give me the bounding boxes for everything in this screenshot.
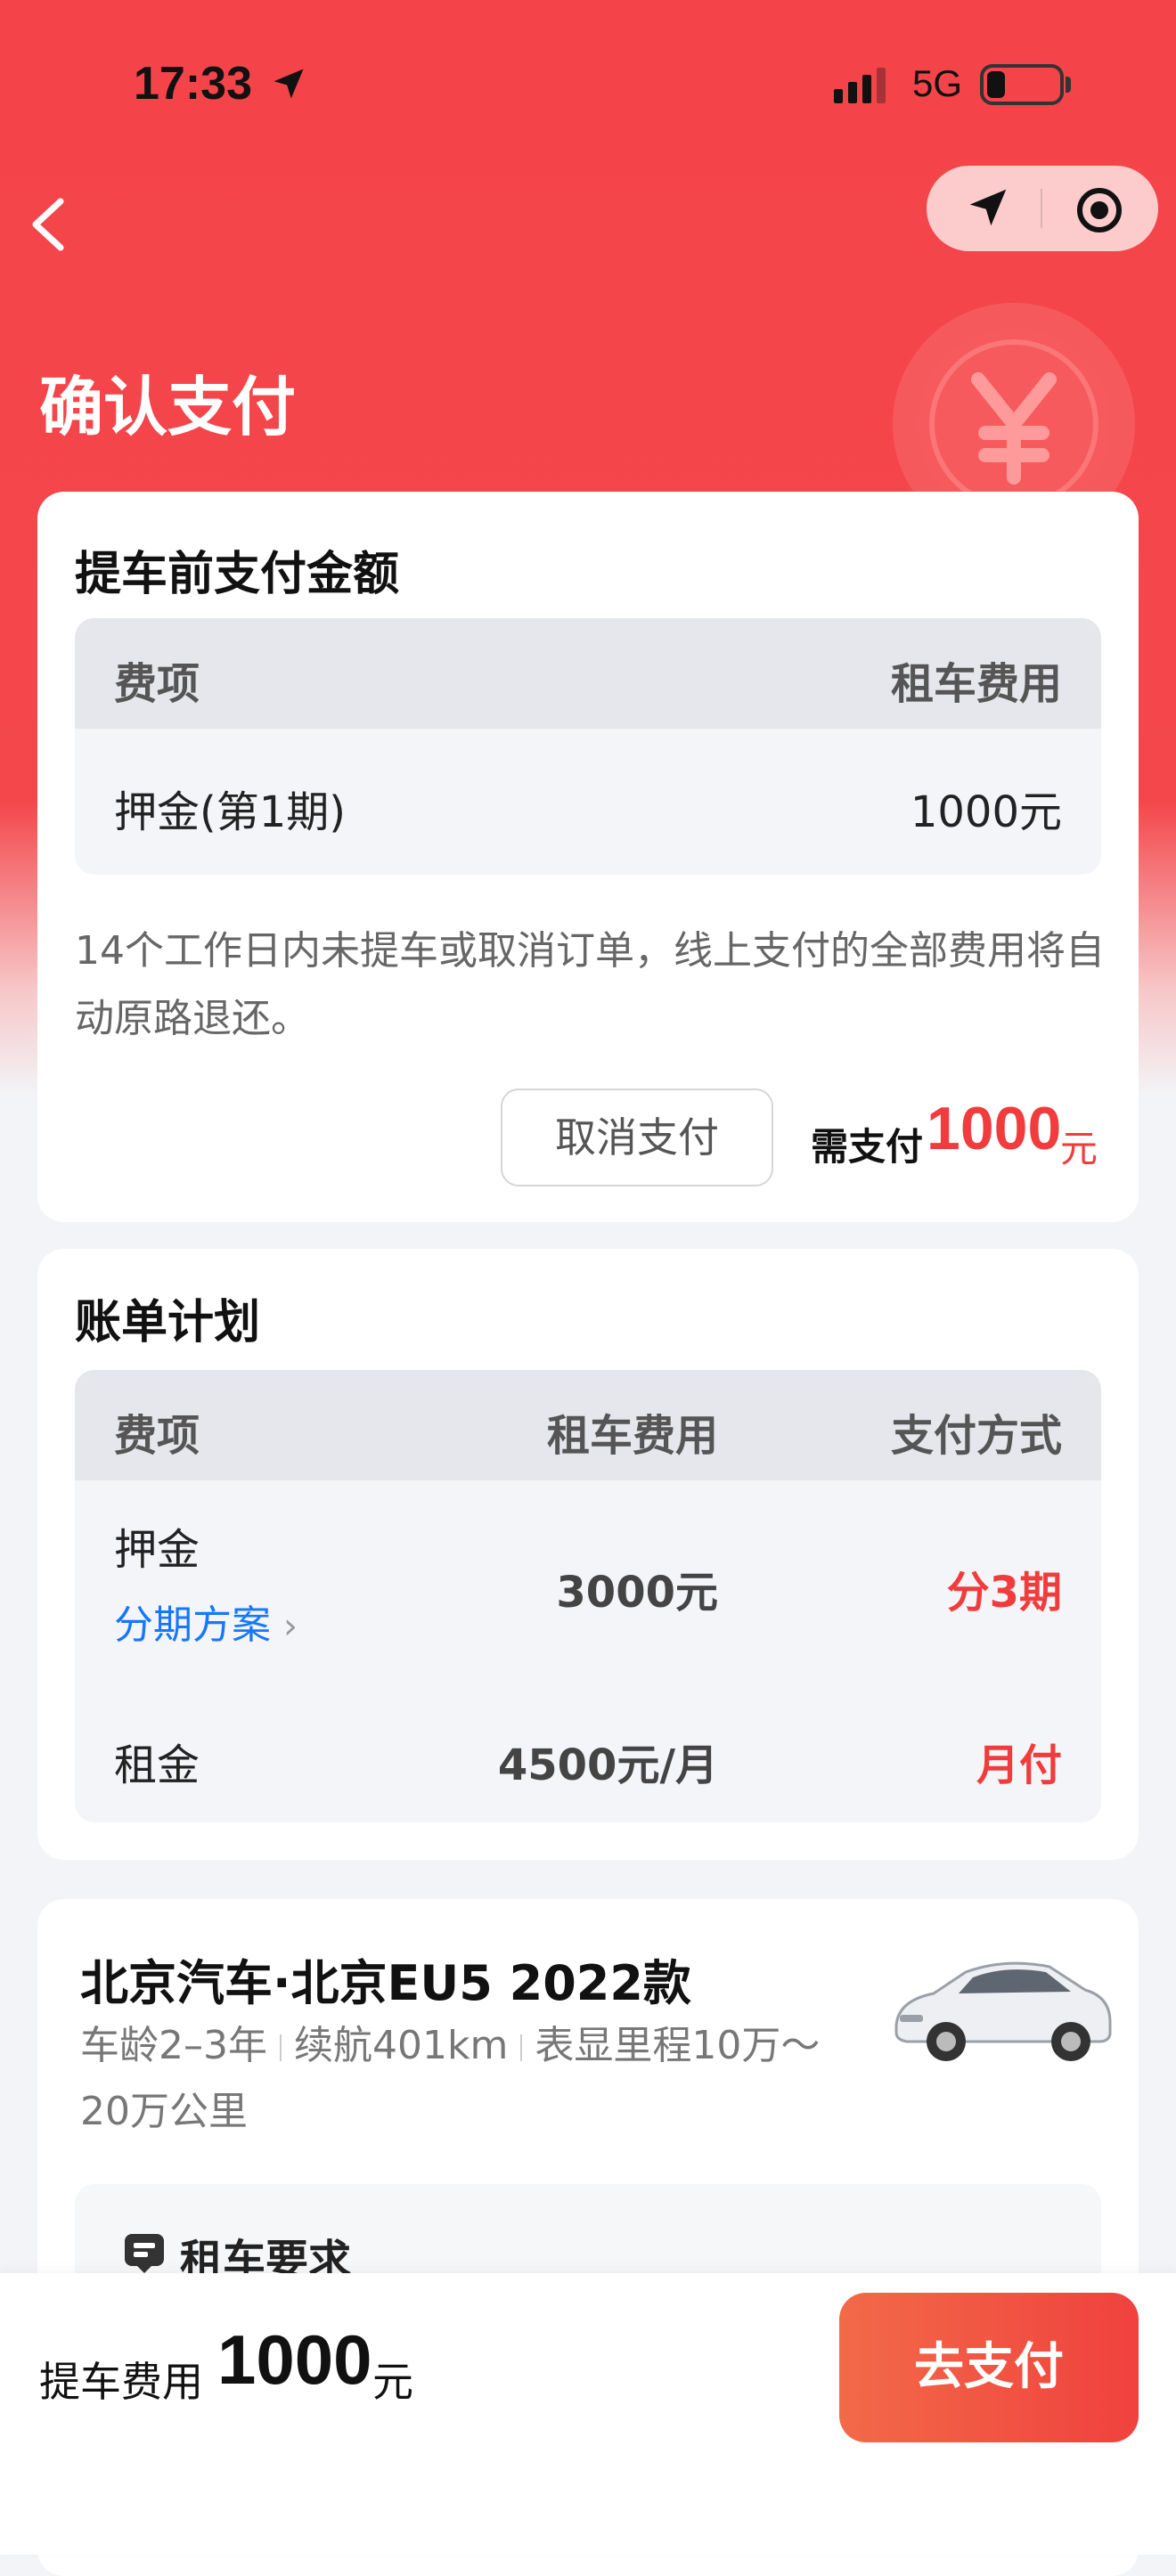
pre-pickup-table: 费项 租车费用 押金(第1期) 1000元 [75,618,1101,875]
column-header-item: 费项 [114,1411,200,1461]
row-item: 押金 [114,1525,200,1575]
row-amount: 4500元/月 [497,1740,718,1790]
battery-icon [980,64,1064,105]
car-image [894,1961,1112,2061]
row-method: 月付 [976,1740,1062,1790]
row-method: 分3期 [946,1568,1062,1618]
pre-pickup-payment-card: 提车前支付金额 费项 租车费用 押金(第1期) 1000元 14个工作日内未提车… [37,492,1139,1222]
pickup-fee-amount: 1000 [217,2320,372,2399]
pickup-fee-label: 提车费用 [39,2358,203,2406]
column-header-item: 费项 [114,659,200,709]
separator [520,2034,523,2061]
navigation-arrow-icon[interactable] [964,183,1012,232]
car-specs: 车龄2–3年 续航401km 表显里程10万～20万公里 [80,2013,864,2145]
row-item: 押金(第1期) [114,787,346,837]
row-amount: 3000元 [556,1568,718,1618]
location-arrow-icon [274,69,304,99]
row-item: 租金 [114,1740,200,1790]
requirement-icon [125,2234,164,2273]
status-bar: 17:33 5G [0,0,1176,169]
refund-note: 14个工作日内未提车或取消订单，线上支付的全部费用将自动原路退还。 [75,928,1105,1041]
table-header: 费项 租车费用 支付方式 [75,1370,1101,1480]
bill-plan-title: 账单计划 [75,1296,261,1349]
installment-plan-link[interactable]: 分期方案 › [114,1593,298,1650]
need-pay-label: 需支付 [811,1125,924,1169]
bill-plan-table: 费项 租车费用 支付方式 押金 分期方案 › 3000元 分3期 租金 4500… [75,1370,1101,1822]
column-header-fee: 租车费用 [890,659,1062,709]
need-pay-unit: 元 [1060,1127,1098,1170]
car-range: 续航401km [294,2023,509,2068]
target-icon[interactable] [1074,185,1124,235]
status-time: 17:33 [134,58,252,110]
page-title: 确认支付 [39,370,297,444]
table-header: 费项 租车费用 [75,618,1101,729]
battery-tip [1066,77,1071,93]
pickup-fee-unit: 元 [372,2358,413,2406]
capsule-divider [1041,189,1042,228]
row-amount: 1000元 [910,787,1062,837]
column-header-method: 支付方式 [890,1411,1062,1461]
installment-plan-label: 分期方案 [114,1602,271,1648]
pre-pickup-title: 提车前支付金额 [75,548,400,601]
need-pay-amount: 1000 [927,1095,1062,1162]
cancel-payment-button[interactable]: 取消支付 [501,1088,773,1186]
car-age: 车龄2–3年 [80,2023,267,2068]
bill-plan-card: 账单计划 费项 租车费用 支付方式 押金 分期方案 › 3000元 分3期 租金… [37,1249,1139,1860]
chevron-right-icon: › [283,1606,298,1647]
network-type: 5G [912,62,963,104]
go-pay-button[interactable]: 去支付 [839,2293,1139,2442]
bottom-pay-bar: 提车费用 1000 元 去支付 [0,2273,1176,2555]
separator [280,2034,282,2061]
column-header-fee: 租车费用 [546,1411,718,1461]
signal-icon [834,68,886,103]
back-icon[interactable] [25,196,71,253]
car-title: 北京汽车·北京EU5 2022款 [80,1955,691,2011]
